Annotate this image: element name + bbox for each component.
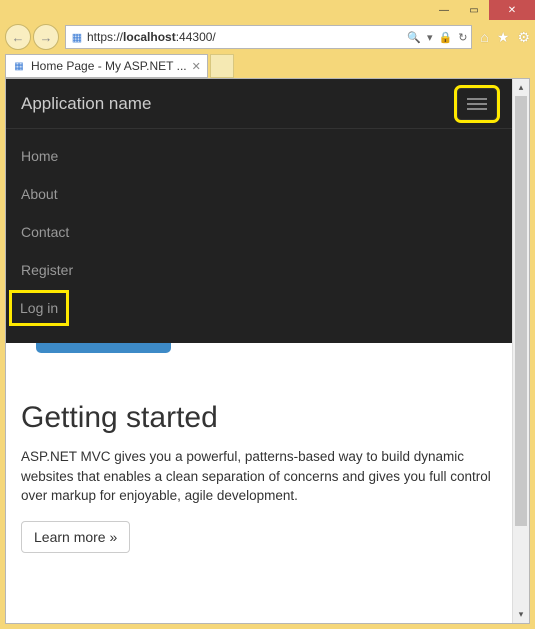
close-button[interactable]: ✕ bbox=[489, 0, 535, 20]
tab-bar: ▦ Home Page - My ASP.NET ... ✕ bbox=[5, 54, 530, 78]
site-navbar: Application name Home About Contact Regi… bbox=[6, 79, 512, 343]
scroll-up-arrow-icon[interactable]: ▴ bbox=[513, 79, 529, 96]
getting-started-section: Getting started ASP.NET MVC gives you a … bbox=[6, 371, 512, 568]
address-bar-controls: 🔍 ▾ 🔒 ↻ bbox=[407, 31, 467, 44]
browser-window: — ▭ ✕ ← → ▦ https://localhost:44300/ 🔍 ▾… bbox=[0, 0, 535, 629]
settings-gear-icon[interactable]: ⚙ bbox=[517, 29, 530, 46]
maximize-button[interactable]: ▭ bbox=[459, 0, 489, 20]
nav-item-home[interactable]: Home bbox=[6, 137, 512, 175]
navbar-brand[interactable]: Application name bbox=[21, 94, 151, 114]
new-tab-button[interactable] bbox=[210, 54, 234, 78]
scroll-down-arrow-icon[interactable]: ▾ bbox=[513, 606, 529, 623]
page-viewport: Application name Home About Contact Regi… bbox=[5, 78, 530, 624]
window-titlebar: — ▭ ✕ bbox=[0, 0, 535, 22]
lock-icon: 🔒 bbox=[438, 31, 452, 44]
learn-more-button[interactable]: Learn more » bbox=[21, 521, 130, 553]
hero-section-bottom bbox=[6, 343, 512, 371]
hamburger-bar-icon bbox=[467, 103, 487, 105]
site-identity-icon: ▦ bbox=[70, 30, 84, 44]
browser-nav-toolbar: ← → ▦ https://localhost:44300/ 🔍 ▾ 🔒 ↻ ⌂… bbox=[5, 22, 530, 52]
hamburger-bar-icon bbox=[467, 108, 487, 110]
forward-button[interactable]: → bbox=[33, 24, 59, 50]
tab-close-icon[interactable]: ✕ bbox=[192, 60, 201, 73]
back-button[interactable]: ← bbox=[5, 24, 31, 50]
window-controls: — ▭ ✕ bbox=[429, 0, 535, 20]
scroll-thumb[interactable] bbox=[515, 96, 527, 526]
refresh-icon[interactable]: ↻ bbox=[458, 31, 467, 44]
minimize-button[interactable]: — bbox=[429, 0, 459, 20]
section-heading: Getting started bbox=[21, 401, 497, 435]
tab-title: Home Page - My ASP.NET ... bbox=[31, 59, 187, 73]
hero-button-partial[interactable] bbox=[36, 343, 171, 353]
search-icon[interactable]: 🔍 bbox=[407, 31, 421, 44]
toolbar-icons: ⌂ ★ ⚙ bbox=[480, 29, 530, 46]
nav-item-contact[interactable]: Contact bbox=[6, 213, 512, 251]
nav-item-about[interactable]: About bbox=[6, 175, 512, 213]
url-text: https://localhost:44300/ bbox=[87, 30, 401, 44]
hamburger-bar-icon bbox=[467, 98, 487, 100]
home-icon[interactable]: ⌂ bbox=[480, 29, 488, 45]
address-bar[interactable]: ▦ https://localhost:44300/ 🔍 ▾ 🔒 ↻ bbox=[65, 25, 472, 49]
nav-item-register[interactable]: Register bbox=[6, 251, 512, 289]
navbar-header: Application name bbox=[6, 79, 512, 129]
page-content: Application name Home About Contact Regi… bbox=[6, 79, 512, 623]
nav-item-login[interactable]: Log in bbox=[12, 293, 66, 323]
vertical-scrollbar[interactable]: ▴ ▾ bbox=[512, 79, 529, 623]
navbar-toggle-button[interactable] bbox=[457, 88, 497, 120]
section-paragraph: ASP.NET MVC gives you a powerful, patter… bbox=[21, 447, 497, 506]
favorites-icon[interactable]: ★ bbox=[497, 29, 510, 46]
dropdown-icon[interactable]: ▾ bbox=[427, 31, 433, 44]
navbar-menu: Home About Contact Register Log in bbox=[6, 129, 512, 343]
favicon-icon: ▦ bbox=[12, 59, 26, 73]
browser-tab[interactable]: ▦ Home Page - My ASP.NET ... ✕ bbox=[5, 54, 208, 78]
